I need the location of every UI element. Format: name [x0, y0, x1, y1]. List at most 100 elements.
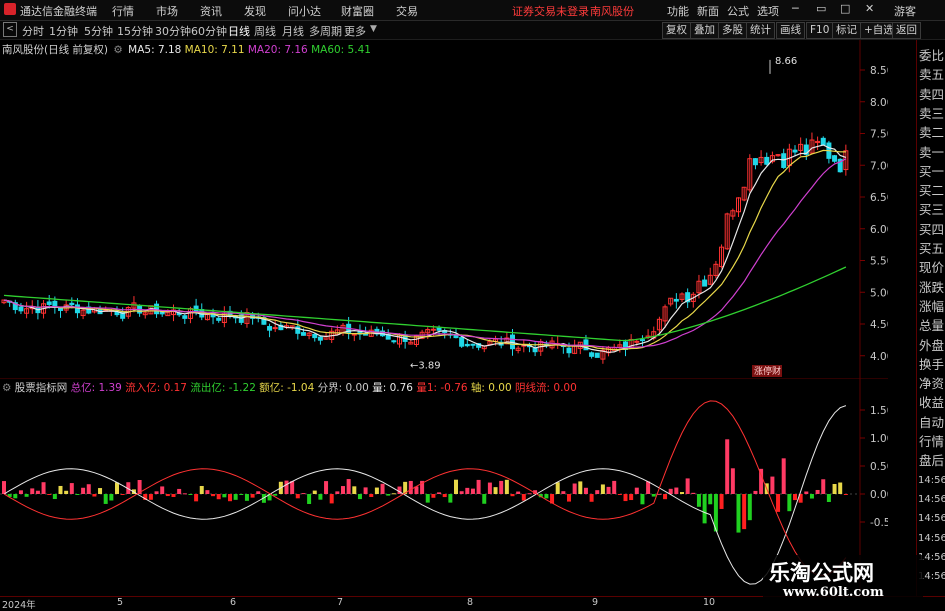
- flow-bar: [606, 486, 611, 494]
- candle-body: [820, 137, 826, 146]
- btn-overlay[interactable]: 叠加: [690, 22, 719, 39]
- side-panel-item[interactable]: 收益: [919, 395, 945, 410]
- btn-f10[interactable]: F10: [806, 22, 834, 39]
- side-panel-item[interactable]: 涨跌: [919, 280, 945, 295]
- side-panel-item[interactable]: 委比: [919, 48, 945, 63]
- flow-bar: [776, 494, 781, 512]
- flow-bar: [448, 494, 453, 503]
- maximize-icon[interactable]: □: [840, 2, 850, 15]
- ind-legend-axis: 轴: 0.00: [470, 382, 512, 394]
- btn-adjust[interactable]: 复权: [662, 22, 691, 39]
- trade-login-notice[interactable]: 证券交易未登录: [512, 3, 589, 19]
- flow-bar: [787, 494, 792, 512]
- flow-bar: [482, 494, 487, 504]
- flow-bar: [324, 481, 329, 494]
- period-tab-60min[interactable]: 60分钟: [191, 23, 227, 39]
- settings-gear-icon[interactable]: ⚙: [113, 44, 122, 56]
- quote-side-panel: 委比卖五卖四卖三卖二卖一买一买二买三买四买五现价涨跌涨幅总量外盘换手净资收益自动…: [916, 40, 945, 596]
- period-tab-multi[interactable]: 多周期: [309, 23, 342, 39]
- indicator-chart[interactable]: 1.50 1.00 0.50 0.00 -0.50 ⚙ 股票指标网 总亿: 1.39 流…: [0, 378, 888, 596]
- side-panel-item[interactable]: 自动: [919, 415, 945, 430]
- back-arrow-icon[interactable]: <: [3, 22, 17, 37]
- side-panel-item[interactable]: 买四: [919, 222, 945, 237]
- chevron-down-icon[interactable]: ▼: [370, 24, 377, 34]
- period-tab-30min[interactable]: 30分钟: [155, 23, 191, 39]
- menu-wealth[interactable]: 财富圈: [341, 3, 374, 19]
- btn-mark[interactable]: 标记: [832, 22, 861, 39]
- side-panel-item[interactable]: 14:56: [918, 473, 945, 488]
- menu-quotes[interactable]: 行情: [112, 3, 134, 19]
- close-icon[interactable]: ✕: [865, 2, 874, 15]
- flow-bar: [357, 494, 362, 500]
- side-panel-item[interactable]: 买五: [919, 241, 945, 256]
- btn-statistics[interactable]: 统计: [746, 22, 775, 39]
- date-label: 6: [230, 597, 237, 608]
- side-panel-item[interactable]: 现价: [919, 260, 945, 275]
- btn-back[interactable]: 返回: [892, 22, 921, 39]
- side-panel-item[interactable]: 14:56: [918, 511, 945, 526]
- flow-bar: [685, 478, 690, 494]
- flow-bar: [499, 480, 504, 494]
- side-panel-item[interactable]: 卖二: [919, 125, 945, 140]
- tag-label: 涨停财: [754, 365, 781, 377]
- side-panel-item[interactable]: 买三: [919, 202, 945, 217]
- side-panel-item[interactable]: 卖一: [919, 145, 945, 160]
- btn-multi-stock[interactable]: 多股: [718, 22, 747, 39]
- side-panel-item[interactable]: 14:56: [918, 492, 945, 507]
- side-panel-item[interactable]: 总量: [919, 318, 945, 333]
- ma60-line: [3, 266, 847, 342]
- period-tab-monthly[interactable]: 月线: [282, 23, 304, 39]
- flow-bar: [205, 490, 210, 494]
- candle-body: [74, 304, 80, 314]
- menu-formula[interactable]: 公式: [727, 3, 749, 19]
- side-panel-item[interactable]: 卖四: [919, 87, 945, 102]
- side-panel-item[interactable]: 盘后: [919, 453, 945, 468]
- period-tab-15min[interactable]: 15分钟: [117, 23, 153, 39]
- flow-bar: [510, 494, 515, 497]
- side-panel-item[interactable]: 买二: [919, 183, 945, 198]
- period-tab-weekly[interactable]: 周线: [254, 23, 276, 39]
- side-panel-item[interactable]: 买一: [919, 164, 945, 179]
- side-panel-item[interactable]: 行情: [919, 434, 945, 449]
- side-panel-item[interactable]: 卖三: [919, 106, 945, 121]
- menu-news[interactable]: 资讯: [200, 3, 222, 19]
- restore-icon[interactable]: ▭: [816, 2, 826, 15]
- menu-options[interactable]: 选项: [757, 3, 779, 19]
- flow-bar: [47, 494, 52, 495]
- side-panel-item[interactable]: 换手: [919, 357, 945, 372]
- side-panel-item[interactable]: 净资: [919, 376, 945, 391]
- ma10-label: MA10: 7.11: [184, 44, 245, 56]
- btn-draw-line[interactable]: 画线: [776, 22, 805, 39]
- side-panel-item[interactable]: 外盘: [919, 338, 945, 353]
- ma60-label: MA60: 5.41: [311, 44, 371, 56]
- candle-body: [300, 332, 306, 336]
- indicator-name: 股票指标网: [14, 382, 68, 394]
- flow-bar: [391, 493, 396, 495]
- indicator-settings-icon[interactable]: ⚙: [2, 382, 11, 394]
- high-price-label: 8.66: [775, 56, 797, 67]
- menu-function[interactable]: 功能: [667, 3, 689, 19]
- side-panel-item[interactable]: 涨幅: [919, 299, 945, 314]
- menu-trade[interactable]: 交易: [396, 3, 418, 19]
- period-tab-5min[interactable]: 5分钟: [84, 23, 113, 39]
- minimize-icon[interactable]: ─: [792, 2, 799, 15]
- guest-label[interactable]: 游客: [894, 3, 916, 19]
- menu-market[interactable]: 市场: [156, 3, 178, 19]
- price-tick-label: 5.00: [870, 287, 888, 299]
- period-tab-more[interactable]: 更多: [344, 23, 366, 39]
- price-tick-label: 7.00: [870, 160, 888, 172]
- menu-discover[interactable]: 发现: [244, 3, 266, 19]
- flow-bar: [58, 485, 63, 494]
- menu-ask[interactable]: 问小达: [288, 3, 321, 19]
- period-tab-daily[interactable]: 日线: [228, 23, 250, 39]
- side-panel-item[interactable]: 14:56: [918, 531, 945, 546]
- flow-bar: [832, 483, 837, 494]
- kline-chart[interactable]: 8.50 8.00 7.50 7.00 6.50 6.00 5.50 5.00 4.50 4.00…: [0, 40, 888, 380]
- flow-bar: [69, 483, 74, 494]
- period-tab-1min[interactable]: 1分钟: [49, 23, 78, 39]
- flow-bar: [719, 494, 724, 509]
- side-panel-item[interactable]: 卖五: [919, 67, 945, 82]
- period-tab-intraday[interactable]: 分时: [22, 23, 44, 39]
- menu-new-layout[interactable]: 新面: [697, 3, 719, 19]
- flow-bar: [815, 489, 820, 494]
